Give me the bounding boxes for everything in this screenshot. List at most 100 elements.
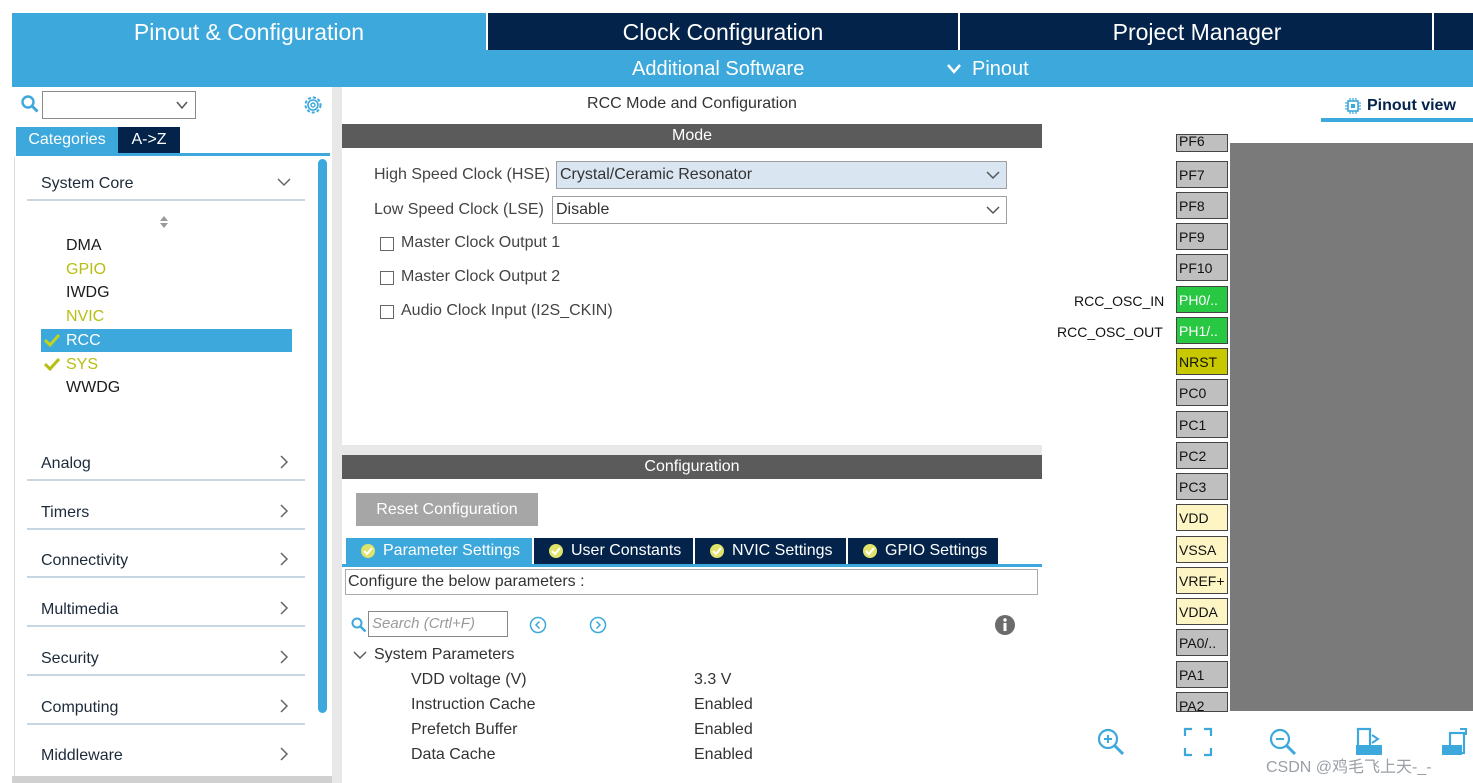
group-system-core[interactable]: System Core bbox=[27, 171, 305, 201]
pin-vref[interactable]: VREF+ bbox=[1176, 567, 1228, 594]
group-middleware[interactable]: Middleware bbox=[27, 743, 305, 773]
check-icon bbox=[44, 357, 60, 371]
peripheral-label: IWDG bbox=[66, 284, 110, 301]
pinout-menu-button[interactable]: Pinout bbox=[972, 50, 1029, 89]
pin-vdd[interactable]: VDD bbox=[1176, 504, 1228, 531]
pin-nrst[interactable]: NRST bbox=[1176, 348, 1228, 375]
tab-label: GPIO Settings bbox=[885, 542, 988, 559]
mco2-checkbox[interactable] bbox=[380, 271, 394, 285]
horizontal-scrollbar[interactable] bbox=[12, 776, 332, 783]
reset-configuration-button[interactable]: Reset Configuration bbox=[356, 493, 538, 526]
pinout-view-panel: Pinout view PF6 PF7 PF8 PF9 PF10 RCC_OSC… bbox=[1052, 87, 1473, 783]
pin-pc3[interactable]: PC3 bbox=[1176, 473, 1228, 500]
info-icon[interactable] bbox=[994, 614, 1016, 636]
tab-project-label: Project Manager bbox=[1112, 19, 1282, 45]
rotate-icon[interactable] bbox=[1440, 727, 1470, 757]
pin-ph0[interactable]: PH0/.. bbox=[1176, 286, 1228, 313]
search-icon[interactable] bbox=[21, 95, 39, 113]
pin-pa0[interactable]: PA0/.. bbox=[1176, 629, 1228, 656]
chevron-right-icon bbox=[280, 650, 289, 664]
sort-icon[interactable] bbox=[158, 215, 170, 229]
rcc-mode-configuration-panel: RCC Mode and Configuration Mode High Spe… bbox=[342, 87, 1042, 783]
group-security[interactable]: Security bbox=[27, 646, 305, 676]
group-computing[interactable]: Computing bbox=[27, 695, 305, 725]
peripheral-dma[interactable]: DMA bbox=[41, 234, 292, 257]
pin-pa1[interactable]: PA1 bbox=[1176, 661, 1228, 688]
param-value[interactable]: Enabled bbox=[694, 746, 753, 764]
peripheral-sys[interactable]: SYS bbox=[41, 353, 292, 376]
tab-a-z[interactable]: A->Z bbox=[118, 127, 180, 153]
peripheral-gpio[interactable]: GPIO bbox=[41, 258, 292, 281]
additional-software-button[interactable]: Additional Software bbox=[632, 50, 804, 89]
parameter-search-input[interactable]: Search (Crtl+F) bbox=[368, 611, 508, 637]
category-scrollbar[interactable] bbox=[318, 159, 327, 713]
param-value[interactable]: Enabled bbox=[694, 696, 753, 714]
group-label: Middleware bbox=[41, 747, 123, 764]
peripheral-rcc[interactable]: RCC bbox=[41, 329, 292, 352]
chevron-down-icon[interactable] bbox=[353, 649, 367, 661]
check-circle-icon bbox=[361, 544, 375, 558]
prev-icon[interactable] bbox=[529, 616, 547, 634]
pin-pc2[interactable]: PC2 bbox=[1176, 442, 1228, 469]
tab-clock-configuration[interactable]: Clock Configuration bbox=[486, 13, 960, 50]
peripheral-wwdg[interactable]: WWDG bbox=[41, 376, 292, 399]
pin-ph1[interactable]: PH1/.. bbox=[1176, 317, 1228, 344]
group-timers[interactable]: Timers bbox=[27, 500, 305, 530]
pin-pf7[interactable]: PF7 bbox=[1176, 161, 1228, 188]
group-multimedia[interactable]: Multimedia bbox=[27, 597, 305, 627]
pin-pc1[interactable]: PC1 bbox=[1176, 411, 1228, 438]
pin-vdda[interactable]: VDDA bbox=[1176, 598, 1228, 625]
pin-vssa[interactable]: VSSA bbox=[1176, 536, 1228, 563]
pin-pf6[interactable]: PF6 bbox=[1176, 134, 1228, 152]
configuration-header: Configuration bbox=[342, 455, 1042, 479]
check-icon bbox=[44, 333, 60, 347]
fit-icon[interactable] bbox=[1183, 727, 1213, 757]
group-connectivity[interactable]: Connectivity bbox=[27, 548, 305, 578]
check-circle-icon bbox=[549, 544, 563, 558]
tab-underline bbox=[342, 564, 1042, 567]
gear-icon[interactable] bbox=[302, 94, 324, 116]
i2s-ckin-checkbox[interactable] bbox=[380, 305, 394, 319]
system-parameters-section[interactable]: System Parameters bbox=[374, 646, 514, 664]
tab-project-manager[interactable]: Project Manager bbox=[960, 13, 1434, 50]
tab-underline bbox=[16, 153, 330, 156]
param-label: Instruction Cache bbox=[411, 696, 536, 713]
tab-label: Parameter Settings bbox=[383, 542, 520, 559]
lse-select[interactable]: Disable bbox=[552, 196, 1007, 224]
group-analog[interactable]: Analog bbox=[27, 451, 305, 481]
signal-label-osc-out: RCC_OSC_OUT bbox=[1057, 324, 1163, 340]
pin-pf8[interactable]: PF8 bbox=[1176, 192, 1228, 219]
chevron-right-icon bbox=[280, 504, 289, 518]
tab-gpio-settings[interactable]: GPIO Settings bbox=[848, 538, 998, 564]
peripheral-search-combo[interactable] bbox=[42, 91, 196, 119]
chevron-right-icon bbox=[280, 601, 289, 615]
zoom-in-icon[interactable] bbox=[1096, 727, 1126, 757]
check-circle-icon bbox=[710, 544, 724, 558]
group-label: Timers bbox=[41, 504, 90, 521]
chip-icon bbox=[1345, 98, 1361, 114]
tab-parameter-settings[interactable]: Parameter Settings bbox=[346, 538, 532, 564]
pin-pc0[interactable]: PC0 bbox=[1176, 379, 1228, 406]
next-icon[interactable] bbox=[589, 616, 607, 634]
mco1-checkbox[interactable] bbox=[380, 237, 394, 251]
hse-select[interactable]: Crystal/Ceramic Resonator bbox=[556, 161, 1007, 189]
group-label: Computing bbox=[41, 699, 119, 716]
peripheral-nvic[interactable]: NVIC bbox=[41, 305, 292, 328]
tab-categories[interactable]: Categories bbox=[16, 127, 118, 153]
param-value[interactable]: 3.3 V bbox=[694, 671, 731, 689]
tab-pinout-configuration[interactable]: Pinout & Configuration bbox=[12, 13, 486, 50]
pin-pa2[interactable]: PA2 bbox=[1176, 692, 1228, 712]
tab-label: User Constants bbox=[571, 542, 682, 559]
param-value[interactable]: Enabled bbox=[694, 721, 753, 739]
lse-label: Low Speed Clock (LSE) bbox=[374, 201, 544, 218]
pin-pf9[interactable]: PF9 bbox=[1176, 223, 1228, 250]
pin-pf10[interactable]: PF10 bbox=[1176, 254, 1228, 281]
section-splitter[interactable] bbox=[342, 445, 1042, 455]
peripheral-label: SYS bbox=[66, 356, 99, 373]
chevron-down-icon[interactable] bbox=[175, 98, 189, 112]
tab-pinout-view[interactable]: Pinout view bbox=[1321, 95, 1473, 117]
panel-splitter[interactable] bbox=[332, 87, 342, 783]
tab-nvic-settings[interactable]: NVIC Settings bbox=[695, 538, 846, 564]
peripheral-iwdg[interactable]: IWDG bbox=[41, 281, 292, 304]
tab-user-constants[interactable]: User Constants bbox=[534, 538, 693, 564]
